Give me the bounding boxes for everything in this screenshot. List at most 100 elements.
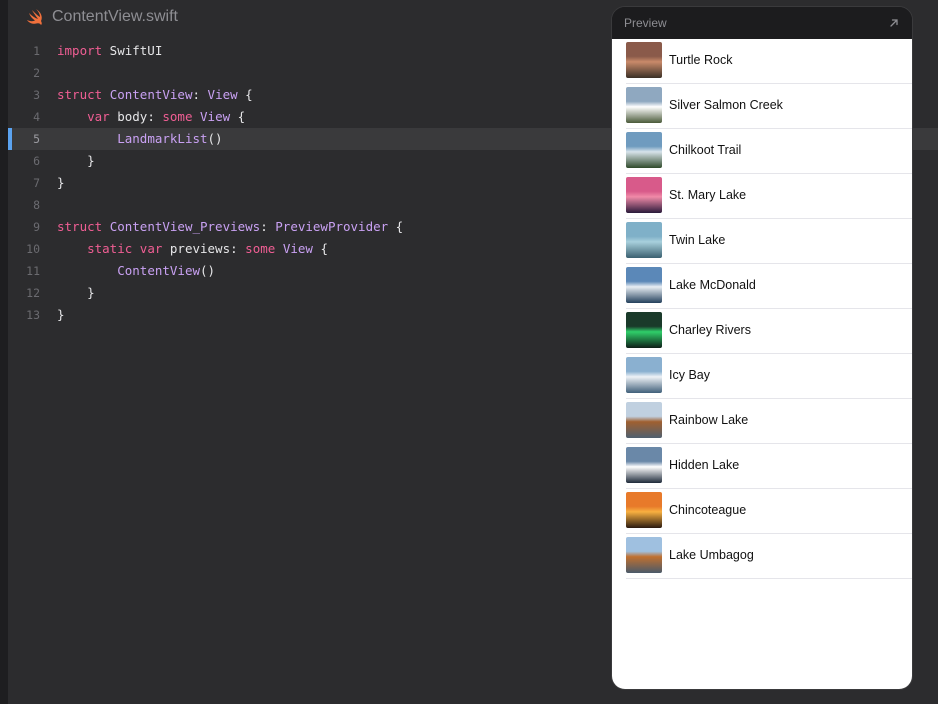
code-token: LandmarkList (117, 131, 208, 146)
landmark-thumbnail (626, 357, 662, 393)
code-token: } (57, 153, 95, 168)
landmark-name: Lake Umbagog (669, 548, 754, 562)
landmark-row[interactable]: Silver Salmon Creek (626, 84, 912, 129)
code-token: var (87, 109, 110, 124)
landmark-name: Silver Salmon Creek (669, 98, 783, 112)
landmark-row[interactable]: Charley Rivers (626, 309, 912, 354)
file-name[interactable]: ContentView.swift (52, 8, 178, 26)
landmark-thumbnail (626, 177, 662, 213)
landmark-row[interactable]: Turtle Rock (626, 39, 912, 84)
landmark-row[interactable]: Hidden Lake (626, 444, 912, 489)
code-token: body: (109, 109, 163, 124)
landmark-row[interactable]: Chilkoot Trail (626, 129, 912, 174)
line-text: } (57, 172, 65, 194)
landmark-name: St. Mary Lake (669, 188, 747, 202)
line-number: 3 (33, 88, 40, 102)
line-text: LandmarkList() (57, 128, 223, 150)
code-token: some (162, 109, 193, 124)
landmark-thumbnail (626, 537, 662, 573)
line-text: } (57, 282, 95, 304)
code-token: PreviewProvider (275, 219, 389, 234)
code-token: ContentView (117, 263, 201, 278)
landmark-thumbnail (626, 402, 662, 438)
line-number: 1 (33, 44, 40, 58)
landmark-thumbnail (626, 312, 662, 348)
code-token: () (200, 263, 216, 278)
code-token: import (57, 43, 103, 58)
landmark-thumbnail (626, 267, 662, 303)
landmark-name: Icy Bay (669, 368, 710, 382)
code-token: View (282, 241, 313, 256)
line-text: static var previews: some View { (57, 238, 328, 260)
code-token: View (207, 87, 238, 102)
code-token: { (312, 241, 328, 256)
code-token: { (388, 219, 404, 234)
code-token: previews: (162, 241, 246, 256)
code-token: var (139, 241, 163, 256)
file-header: ContentView.swift (8, 0, 608, 34)
code-token: } (57, 175, 65, 190)
landmark-name: Charley Rivers (669, 323, 751, 337)
code-token: () (207, 131, 223, 146)
line-number: 12 (26, 286, 40, 300)
landmark-thumbnail (626, 87, 662, 123)
code-token: ContentView (109, 87, 193, 102)
code-token: some (245, 241, 276, 256)
landmark-thumbnail (626, 42, 662, 78)
landmark-name: Chilkoot Trail (669, 143, 742, 157)
line-text: struct ContentView_Previews: PreviewProv… (57, 216, 403, 238)
code-token: : (260, 219, 276, 234)
line-text: } (57, 304, 65, 326)
code-token: struct (57, 219, 103, 234)
code-token: { (230, 109, 246, 124)
landmark-row[interactable]: Lake McDonald (626, 264, 912, 309)
line-number: 2 (33, 66, 40, 80)
code-token: { (237, 87, 253, 102)
code-token: static (87, 241, 133, 256)
landmark-name: Chincoteague (669, 503, 747, 517)
code-token: } (57, 285, 95, 300)
line-text: var body: some View { (57, 106, 245, 128)
landmark-name: Lake McDonald (669, 278, 756, 292)
code-token: } (57, 307, 65, 322)
preview-panel: Preview Turtle Rock Silver Salmon Creek Ch… (611, 6, 913, 690)
landmark-name: Twin Lake (669, 233, 726, 247)
landmark-name: Rainbow Lake (669, 413, 749, 427)
code-token: View (200, 109, 231, 124)
landmark-row[interactable]: Rainbow Lake (626, 399, 912, 444)
line-text: ContentView() (57, 260, 215, 282)
line-number: 9 (33, 220, 40, 234)
line-text: } (57, 150, 95, 172)
landmark-name: Hidden Lake (669, 458, 740, 472)
line-number: 7 (33, 176, 40, 190)
landmark-thumbnail (626, 492, 662, 528)
landmark-row[interactable]: Icy Bay (626, 354, 912, 399)
landmark-name: Turtle Rock (669, 53, 733, 67)
landmark-thumbnail (626, 447, 662, 483)
preview-canvas: Turtle Rock Silver Salmon Creek Chilkoot T… (612, 39, 912, 689)
landmark-row[interactable]: St. Mary Lake (626, 174, 912, 219)
window-left-edge (0, 0, 8, 704)
landmark-row[interactable]: Lake Umbagog (626, 534, 912, 579)
line-number: 8 (33, 198, 40, 212)
line-text: struct ContentView: View { (57, 84, 253, 106)
landmark-thumbnail (626, 132, 662, 168)
landmark-thumbnail (626, 222, 662, 258)
landmark-list: Turtle Rock Silver Salmon Creek Chilkoot T… (612, 39, 912, 579)
line-text: import SwiftUI (57, 40, 162, 62)
arrow-up-right-icon[interactable] (888, 17, 900, 29)
code-token: : (192, 87, 208, 102)
preview-header: Preview (612, 7, 912, 39)
line-number: 10 (26, 242, 40, 256)
landmark-row[interactable]: Twin Lake (626, 219, 912, 264)
landmark-row[interactable]: Chincoteague (626, 489, 912, 534)
swift-logo-icon (27, 9, 42, 25)
